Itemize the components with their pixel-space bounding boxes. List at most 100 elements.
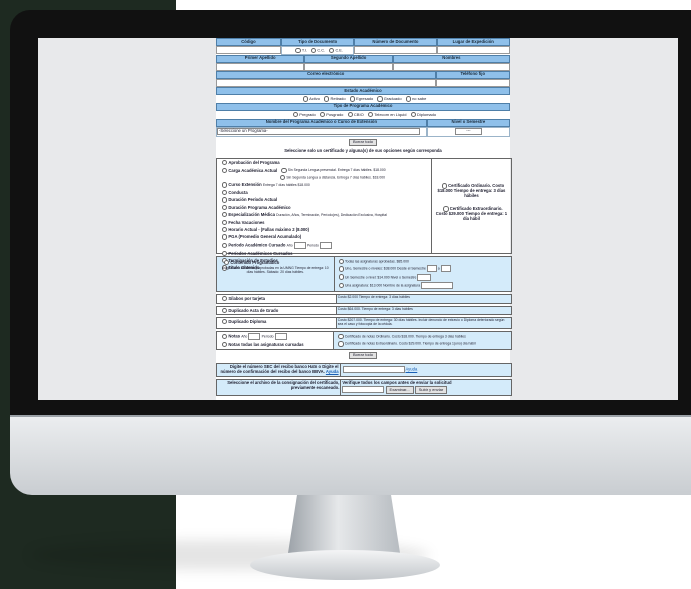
radio-pregrado[interactable]	[292, 111, 299, 118]
header-primer-apellido: Primer Apellido	[216, 54, 305, 63]
radio-telecom[interactable]	[367, 111, 374, 118]
label-aprobacion: Aprobación del Programa	[228, 159, 280, 165]
radio-contenido[interactable]	[224, 260, 230, 266]
adjuntar-cell: Seleccione el archivo de la consignación…	[217, 380, 342, 395]
radio-retirado[interactable]	[324, 96, 330, 102]
monitor-chin	[10, 415, 691, 495]
cert-item-curso: Curso Extensión Entrega 7 días hábiles $…	[217, 181, 431, 189]
radio-posgrado[interactable]	[319, 111, 326, 118]
examinar-button[interactable]: Examinar...	[385, 386, 414, 394]
radio-notas-ordinario[interactable]	[338, 333, 344, 340]
contenido-left: Contenido Programático Asignaturas cursa…	[217, 257, 335, 292]
radio-notas-extra[interactable]	[338, 341, 344, 347]
radio-duracion-programa[interactable]	[222, 204, 228, 211]
label-pregrado: Pregrado	[299, 111, 316, 117]
primer-apellido-input[interactable]	[216, 62, 305, 71]
radio-cbio[interactable]	[347, 111, 353, 118]
subir-enviar-button[interactable]: Subir y enviar	[414, 386, 448, 394]
radio-vacaciones[interactable]	[222, 219, 228, 225]
upload-cell: Verifique todos los campos antes de envi…	[341, 380, 511, 395]
radio-curso[interactable]	[222, 182, 228, 188]
curso-note: Entrega 7 días hábiles $18.000	[262, 183, 310, 188]
monitor-screen: Código Tipo de Documento Número de Docum…	[38, 38, 678, 400]
radio-activo[interactable]	[302, 96, 309, 102]
radio-horario[interactable]	[222, 226, 228, 233]
borrar-todo-button[interactable]: Borrar todo	[348, 138, 377, 147]
label-cbio: CBIO	[353, 111, 364, 117]
radio-ce[interactable]	[329, 47, 335, 53]
radio-notas-todas[interactable]	[222, 341, 228, 347]
radio-carga-presencial[interactable]	[281, 167, 287, 174]
lugar-expedicion-input[interactable]	[436, 46, 510, 55]
contenido-option-uno-text: Un Semestre o nivel: $14.000 Nivel o Sem…	[344, 275, 417, 280]
contenido-option-todas-text: Todas las asignaturas aprobadas. $85.000	[344, 259, 409, 264]
telefono-input[interactable]	[435, 78, 510, 87]
diploma-note: Costo $207.000. Tiempo de entrega: 30 dí…	[336, 318, 511, 328]
radio-duracion-periodo[interactable]	[222, 197, 228, 203]
file-path-input[interactable]	[342, 385, 385, 393]
radio-periodo-cursado[interactable]	[222, 242, 228, 248]
radio-ti[interactable]	[295, 47, 301, 53]
header-segundo-apellido: Segundo Apellido	[304, 54, 393, 63]
tipo-programa-radios: Pregrado Posgrado CBIO Telecom en Liquid…	[216, 111, 510, 119]
ayuda-link-2[interactable]: Ayuda	[405, 367, 417, 372]
radio-silabos[interactable]	[222, 296, 228, 302]
certificate-request-form: Código Tipo de Documento Número de Docum…	[216, 38, 512, 400]
radio-graduado[interactable]	[377, 96, 383, 102]
carga-distancia-row: Sin Segunda Lengua a distancia. Entrega …	[217, 174, 431, 181]
notas-option-ordinario: Certificado de notas Ordinario. Costo $1…	[335, 333, 510, 341]
periodo-periodo-select[interactable]	[320, 241, 333, 249]
header-estado-academico: Estado Académico	[216, 87, 510, 96]
periodo-ano-label: Año	[286, 243, 293, 248]
radio-diplomado[interactable]	[410, 111, 416, 118]
instruction-text: Seleccione solo un certificado y alguna(…	[284, 148, 442, 154]
label-duracion-programa: Duración Programa Académico	[228, 204, 291, 210]
nombres-input[interactable]	[392, 62, 510, 71]
radio-periodos-cursados[interactable]	[222, 250, 228, 256]
radio-especializacion[interactable]	[222, 212, 228, 218]
codigo-input[interactable]	[216, 46, 281, 55]
certificates-section: Aprobación del Programa Carga Académica …	[216, 158, 512, 271]
cert-list: Aprobación del Programa Carga Académica …	[217, 159, 432, 271]
ayuda-link[interactable]: Ayuda	[326, 369, 339, 374]
hasta-select[interactable]	[440, 265, 451, 273]
carga-option-presencial: Sin Segunda Lengua presencial. Entrega 7…	[287, 168, 386, 173]
programa-select[interactable]: -Seleccione un Programa-	[217, 128, 421, 136]
radio-conducta[interactable]	[222, 189, 228, 196]
nivel-select[interactable]: ---	[455, 128, 482, 136]
radio-cc[interactable]	[311, 47, 317, 53]
programa-select-row: -Seleccione un Programa- ---	[216, 126, 510, 137]
radio-carga-distancia[interactable]	[280, 175, 286, 181]
programa-cell: -Seleccione un Programa-	[216, 126, 427, 137]
id-input-row: T.I. C.C. C.E.	[216, 46, 510, 55]
notas-ano-select[interactable]	[248, 332, 261, 340]
nivel-semestre-input[interactable]	[417, 273, 432, 281]
label-pga: PGA (Promedio General Acumulado)	[228, 234, 302, 240]
upload-row: Seleccione el archivo de la consignación…	[216, 379, 512, 396]
recibo-input[interactable]	[342, 366, 405, 374]
radio-notas[interactable]	[222, 333, 228, 339]
radio-contenido-todas[interactable]	[338, 258, 344, 265]
segundo-apellido-input[interactable]	[304, 62, 393, 71]
label-cc: C.C.	[317, 48, 326, 53]
notas-periodo-select[interactable]	[274, 332, 287, 340]
numero-documento-input[interactable]	[354, 46, 437, 55]
radio-contenido-uno[interactable]	[338, 274, 344, 280]
radio-aprobacion[interactable]	[222, 160, 228, 166]
radio-acta[interactable]	[222, 307, 228, 313]
digite-cell: Digite el número SEC del recibo banco Ha…	[217, 364, 341, 377]
borrar-todo-button-2[interactable]: Borrar todo	[348, 351, 377, 360]
contenido-option-uno: Un Semestre o nivel: $14.000 Nivel o Sem…	[336, 273, 510, 281]
correo-input[interactable]	[216, 78, 436, 87]
radio-carga[interactable]	[222, 167, 228, 173]
desde-select[interactable]	[426, 265, 437, 273]
radio-egresado[interactable]	[349, 96, 356, 102]
radio-no-sabe[interactable]	[405, 96, 412, 102]
radio-contenido-asignatura[interactable]	[338, 282, 344, 289]
radio-contenido-varios[interactable]	[338, 266, 344, 272]
asignatura-input[interactable]	[421, 281, 454, 289]
label-ti: T.I.	[301, 48, 307, 53]
radio-pga[interactable]	[222, 234, 228, 240]
periodo-ano-select[interactable]	[293, 241, 306, 249]
radio-diploma[interactable]	[222, 318, 228, 325]
